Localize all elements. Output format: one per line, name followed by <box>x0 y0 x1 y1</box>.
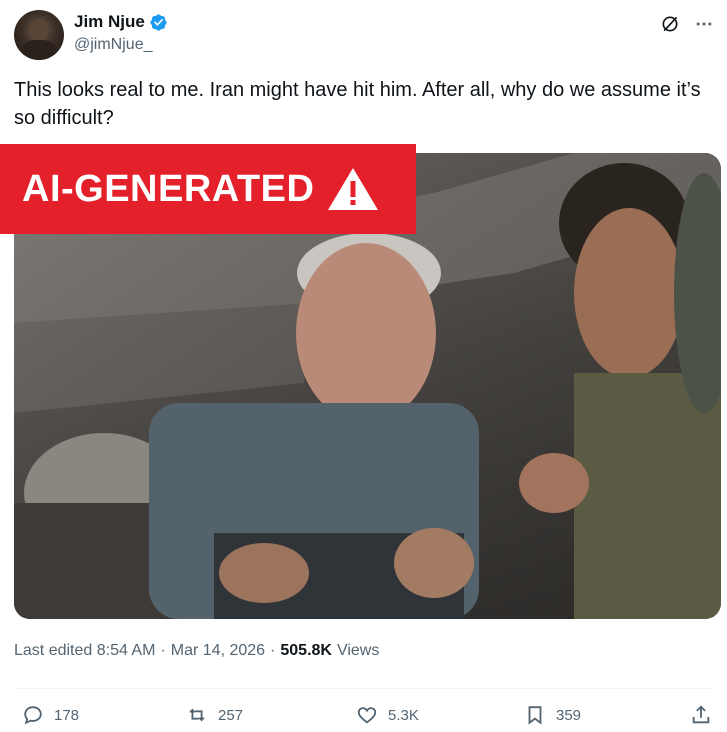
heart-icon <box>357 707 377 724</box>
name-row: Jim Njue <box>74 12 168 32</box>
share-button[interactable] <box>690 704 712 726</box>
reply-icon <box>24 706 42 725</box>
grok-icon[interactable] <box>660 14 680 34</box>
like-button[interactable]: 5.3K <box>356 704 419 726</box>
display-name[interactable]: Jim Njue <box>74 12 145 32</box>
avatar[interactable] <box>14 10 64 60</box>
ai-generated-banner: AI-GENERATED <box>0 144 416 234</box>
tweet-meta: Last edited 8:54 AM · Mar 14, 2026 · 505… <box>14 642 379 660</box>
divider <box>14 688 714 689</box>
bookmark-icon <box>528 706 542 725</box>
bookmark-count: 359 <box>556 706 582 724</box>
like-count: 5.3K <box>388 706 419 724</box>
avatar-face <box>30 19 48 41</box>
handle[interactable]: @jimNjue_ <box>74 36 152 54</box>
repost-count: 257 <box>218 706 244 724</box>
repost-icon <box>189 708 205 722</box>
meta-separator: · <box>270 642 276 659</box>
top-icons <box>660 14 714 34</box>
share-icon <box>692 705 710 724</box>
action-bar: 178 257 5.3K 359 <box>0 704 727 732</box>
views-count: 505.8K <box>280 642 332 659</box>
bookmark-button[interactable]: 359 <box>524 704 581 726</box>
more-options-icon[interactable] <box>694 14 714 34</box>
repost-button[interactable]: 257 <box>186 704 243 726</box>
warning-triangle-icon <box>326 165 380 213</box>
avatar-body <box>22 40 56 60</box>
reply-button[interactable]: 178 <box>22 704 79 726</box>
post-date[interactable]: Mar 14, 2026 <box>171 642 265 660</box>
meta-separator: · <box>160 642 166 659</box>
views-label: Views <box>336 642 380 659</box>
verified-badge-icon[interactable] <box>149 13 168 32</box>
reply-count: 178 <box>54 706 80 724</box>
edited-time[interactable]: Last edited 8:54 AM <box>14 642 155 660</box>
tweet-text: This looks real to me. Iran might have h… <box>14 79 701 129</box>
tweet-header: Jim Njue @jimNjue_ <box>14 10 714 60</box>
ai-generated-label: AI-GENERATED <box>22 167 315 210</box>
